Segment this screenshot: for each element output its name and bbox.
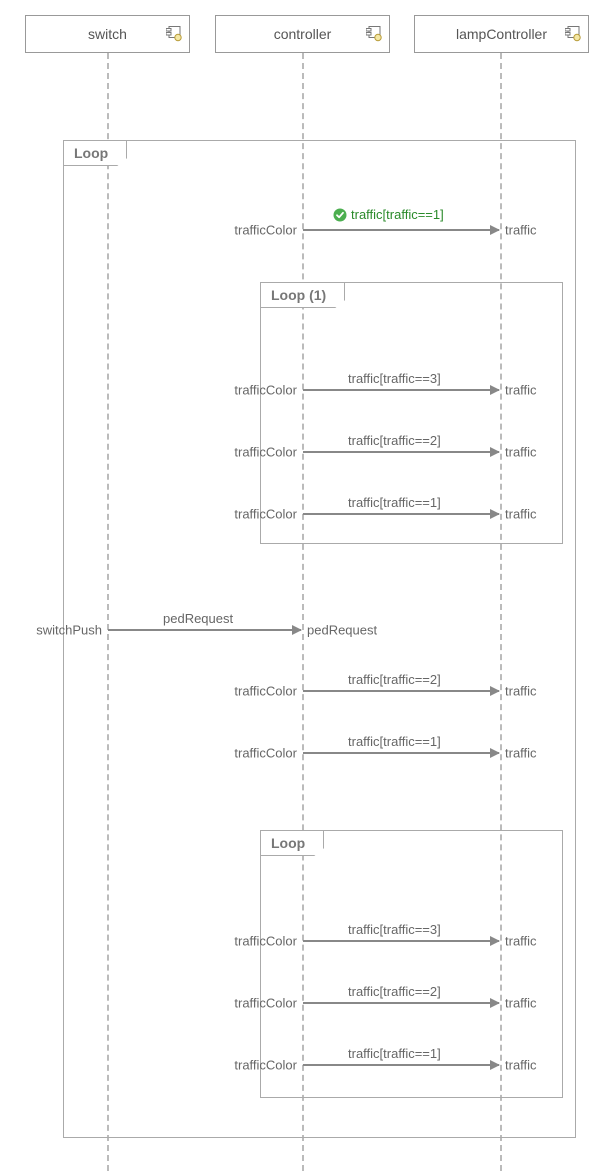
- lifeline-head-controller[interactable]: controller: [215, 15, 390, 53]
- guard-text: traffic[traffic==1]: [351, 207, 444, 222]
- message-arrow-m2[interactable]: trafficColor traffic[traffic==3] traffic: [303, 389, 499, 391]
- message-in-label: trafficColor: [234, 382, 303, 397]
- message-out-label: traffic: [499, 1057, 537, 1072]
- message-guard-label: traffic[traffic==1]: [348, 734, 441, 749]
- message-in-label: trafficColor: [234, 745, 303, 760]
- lifeline-label: switch: [88, 26, 127, 42]
- check-circle-icon: [333, 208, 347, 222]
- message-arrow-m6[interactable]: trafficColor traffic[traffic==2] traffic: [303, 690, 499, 692]
- message-guard-label: pedRequest: [163, 611, 233, 626]
- message-arrow-m9[interactable]: trafficColor traffic[traffic==2] traffic: [303, 1002, 499, 1004]
- fragment-label: Loop: [261, 831, 324, 856]
- message-out-label: traffic: [499, 382, 537, 397]
- message-in-label: trafficColor: [234, 444, 303, 459]
- message-guard-label: traffic[traffic==2]: [348, 672, 441, 687]
- message-arrow-m10[interactable]: trafficColor traffic[traffic==1] traffic: [303, 1064, 499, 1066]
- message-out-label: traffic: [499, 995, 537, 1010]
- fragment-label: Loop (1): [261, 283, 345, 308]
- message-arrow-m1[interactable]: trafficColor traffic[traffic==1] traffic: [303, 229, 499, 231]
- message-in-label: trafficColor: [234, 506, 303, 521]
- message-in-label: switchPush: [36, 622, 108, 637]
- message-arrow-m5[interactable]: switchPush pedRequest pedRequest: [108, 629, 301, 631]
- message-out-label: traffic: [499, 222, 537, 237]
- lifeline-label: controller: [274, 26, 332, 42]
- fragment-label: Loop: [64, 141, 127, 166]
- message-guard-label: traffic[traffic==2]: [348, 984, 441, 999]
- message-guard-label: traffic[traffic==3]: [348, 371, 441, 386]
- component-icon: [366, 26, 383, 43]
- component-icon: [166, 26, 183, 43]
- message-in-label: trafficColor: [234, 1057, 303, 1072]
- lifeline-head-switch[interactable]: switch: [25, 15, 190, 53]
- message-in-label: trafficColor: [234, 933, 303, 948]
- component-icon: [565, 26, 582, 43]
- message-guard-label: traffic[traffic==1]: [348, 1046, 441, 1061]
- message-arrow-m7[interactable]: trafficColor traffic[traffic==1] traffic: [303, 752, 499, 754]
- message-out-label: traffic: [499, 506, 537, 521]
- message-in-label: trafficColor: [234, 995, 303, 1010]
- message-guard-label: traffic[traffic==2]: [348, 433, 441, 448]
- message-guard-label: traffic[traffic==1]: [333, 207, 444, 222]
- message-out-label: pedRequest: [301, 622, 377, 637]
- message-guard-label: traffic[traffic==1]: [348, 495, 441, 510]
- message-arrow-m3[interactable]: trafficColor traffic[traffic==2] traffic: [303, 451, 499, 453]
- message-in-label: trafficColor: [234, 222, 303, 237]
- message-out-label: traffic: [499, 745, 537, 760]
- lifeline-head-lampcontroller[interactable]: lampController: [414, 15, 589, 53]
- message-out-label: traffic: [499, 933, 537, 948]
- message-out-label: traffic: [499, 444, 537, 459]
- message-arrow-m4[interactable]: trafficColor traffic[traffic==1] traffic: [303, 513, 499, 515]
- message-guard-label: traffic[traffic==3]: [348, 922, 441, 937]
- message-in-label: trafficColor: [234, 683, 303, 698]
- message-out-label: traffic: [499, 683, 537, 698]
- lifeline-label: lampController: [456, 26, 547, 42]
- message-arrow-m8[interactable]: trafficColor traffic[traffic==3] traffic: [303, 940, 499, 942]
